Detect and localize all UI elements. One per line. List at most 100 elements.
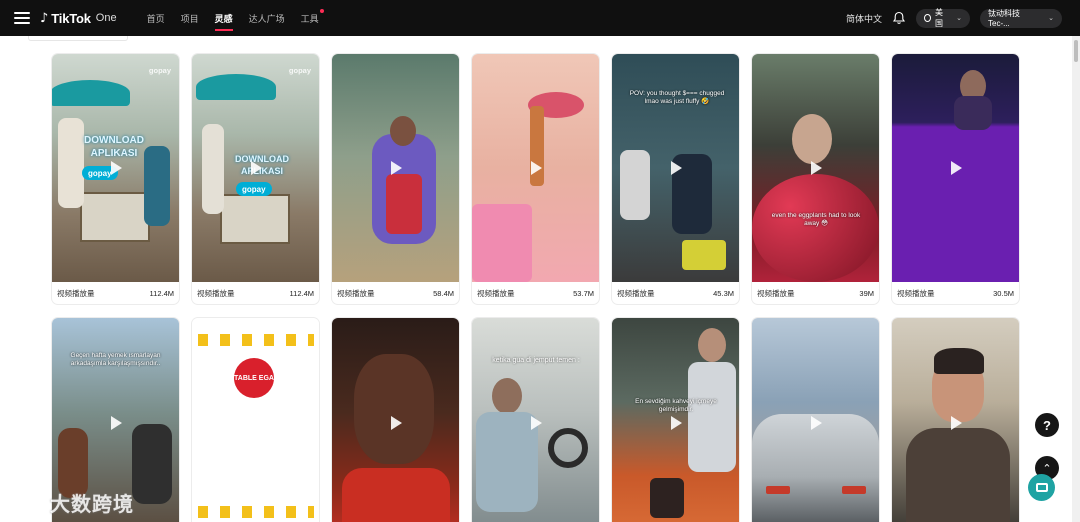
video-card[interactable]: ketika gua di jemput temen : (472, 318, 599, 522)
scrollbar-thumb[interactable] (1074, 40, 1078, 62)
play-icon (110, 161, 122, 175)
video-thumbnail: POV: you thought $=== chugged lmao was j… (612, 54, 739, 282)
watermark-text: 大数跨境 (50, 494, 134, 516)
video-stats: 视频播放量 45.3M (612, 282, 739, 304)
help-button[interactable]: ? (1035, 413, 1059, 437)
tiktok-one-logo[interactable]: ♪ TikTok One (40, 11, 117, 26)
play-icon (390, 161, 402, 175)
views-label: 视频播放量 (757, 288, 795, 298)
tiktok-note-icon: ♪ (40, 10, 49, 26)
gopay-badge: gopay (236, 182, 272, 196)
video-thumbnail: En sevdiğim kahveyi içmeye gelmişimdir. (612, 318, 739, 522)
nav-projects[interactable]: 项目 (173, 0, 207, 36)
views-label: 视频播放量 (197, 288, 235, 298)
video-card[interactable]: 视频播放量 53.7M (472, 54, 599, 304)
video-card[interactable]: 视频播放量 58.4M (332, 54, 459, 304)
play-icon (950, 161, 962, 175)
play-icon (810, 161, 822, 175)
chat-icon (1035, 483, 1048, 492)
video-thumbnail (752, 318, 879, 522)
views-label: 视频播放量 (617, 288, 655, 298)
video-card[interactable]: DOWNLOAD APLIKASI gopay gopay 视频播放量 112.… (192, 54, 319, 304)
account-selector[interactable]: 钛动科技Tec-... ⌄ (980, 8, 1062, 28)
video-card[interactable] (752, 318, 879, 522)
video-card[interactable]: TABLE EGA (192, 318, 319, 522)
main-nav: 首页 项目 灵感 达人广场 工具 (139, 0, 327, 36)
nav-home[interactable]: 首页 (139, 0, 173, 36)
question-mark-icon: ? (1043, 417, 1051, 433)
inspiration-feed: DOWNLOAD APLIKASI gopay gopay 视频播放量 112.… (0, 36, 1072, 522)
account-label: 钛动科技Tec-... (988, 9, 1020, 28)
views-label: 视频播放量 (477, 288, 515, 298)
play-icon (530, 416, 542, 430)
video-thumbnail (332, 54, 459, 282)
nav-tools[interactable]: 工具 (293, 0, 327, 36)
video-card[interactable] (332, 318, 459, 522)
filter-bar-remnant (28, 36, 128, 41)
play-icon (250, 161, 262, 175)
video-card[interactable]: 视频播放量 30.5M (892, 54, 1019, 304)
region-label: 美国 (934, 8, 943, 28)
topbar-right-tools: 简体中文 美国 ⌄ 钛动科技Tec-... ⌄ (846, 0, 1062, 36)
play-icon (950, 416, 962, 430)
video-overlay-text: DOWNLOAD APLIKASI (235, 154, 289, 176)
video-overlay-text: ketika gua di jemput temen : (492, 357, 580, 364)
logo-suffix: One (95, 12, 117, 24)
video-overlay-text: DOWNLOAD APLIKASI (84, 135, 144, 159)
chat-button[interactable] (1028, 474, 1055, 501)
nav-creator-marketplace[interactable]: 达人广场 (241, 0, 293, 36)
play-icon (110, 416, 122, 430)
notification-dot (319, 9, 324, 13)
language-switch[interactable]: 简体中文 (846, 12, 882, 25)
video-overlay-text: En sevdiğim kahveyi içmeye gelmişimdir. (635, 398, 717, 414)
video-card[interactable]: En sevdiğim kahveyi içmeye gelmişimdir. (612, 318, 739, 522)
video-stats: 视频播放量 30.5M (892, 282, 1019, 304)
views-count: 58.4M (433, 288, 454, 298)
globe-icon (924, 14, 931, 22)
video-card[interactable]: POV: you thought $=== chugged lmao was j… (612, 54, 739, 304)
views-count: 53.7M (573, 288, 594, 298)
video-stats: 视频播放量 58.4M (332, 282, 459, 304)
video-stats: 视频播放量 112.4M (52, 282, 179, 304)
site-watermark: 大数跨境 (8, 488, 134, 517)
views-label: 视频播放量 (337, 288, 375, 298)
watermark-logo-icon (8, 490, 44, 515)
play-icon (670, 161, 682, 175)
chevron-down-icon: ⌄ (956, 15, 962, 22)
video-thumbnail: DOWNLOAD APLIKASI gopay gopay (192, 54, 319, 282)
video-overlay-text: even the eggplants had to look away 😳 (771, 212, 861, 228)
video-thumbnail (892, 54, 1019, 282)
video-overlay-text: Geçen hafta yemek ısmarlayan arkadaşımla… (70, 352, 161, 368)
video-stats: 视频播放量 39M (752, 282, 879, 304)
views-count: 30.5M (993, 288, 1014, 298)
video-card[interactable]: even the eggplants had to look away 😳 视频… (752, 54, 879, 304)
views-count: 45.3M (713, 288, 734, 298)
logo-text: TikTok (51, 10, 91, 26)
play-icon (530, 161, 542, 175)
nav-inspiration[interactable]: 灵感 (207, 0, 241, 36)
top-nav-bar: ♪ TikTok One 首页 项目 灵感 达人广场 工具 简体中文 美国 ⌄ … (0, 0, 1080, 36)
views-count: 112.4M (149, 288, 174, 298)
page-scrollbar[interactable] (1072, 36, 1080, 522)
video-thumbnail: TABLE EGA (192, 318, 319, 522)
views-label: 视频播放量 (57, 288, 95, 298)
bell-icon[interactable] (892, 11, 906, 25)
views-label: 视频播放量 (897, 288, 935, 298)
play-icon (810, 416, 822, 430)
hamburger-menu-icon[interactable] (14, 12, 30, 24)
video-thumbnail (472, 54, 599, 282)
views-count: 112.4M (289, 288, 314, 298)
video-card[interactable]: DOWNLOAD APLIKASI gopay gopay 视频播放量 112.… (52, 54, 179, 304)
play-icon (670, 416, 682, 430)
video-card[interactable] (892, 318, 1019, 522)
video-thumbnail (892, 318, 1019, 522)
video-thumbnail: DOWNLOAD APLIKASI gopay gopay (52, 54, 179, 282)
play-icon (390, 416, 402, 430)
brand-watermark: gopay (148, 66, 171, 75)
nav-tools-label: 工具 (300, 13, 319, 24)
region-selector[interactable]: 美国 ⌄ (916, 8, 970, 28)
video-overlay-text: POV: you thought $=== chugged lmao was j… (629, 90, 725, 106)
brand-watermark: gopay (288, 66, 311, 75)
video-stats: 视频播放量 112.4M (192, 282, 319, 304)
video-stats: 视频播放量 53.7M (472, 282, 599, 304)
